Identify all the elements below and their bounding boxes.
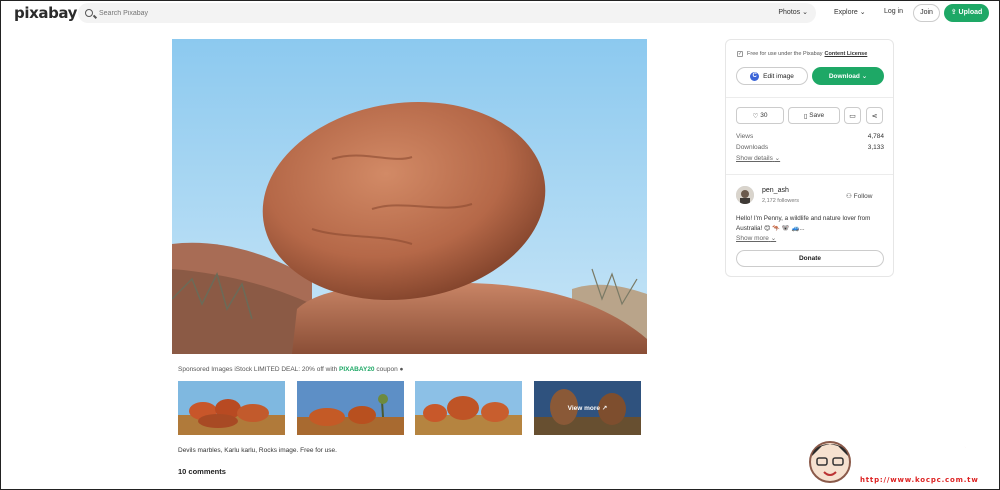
chevron-down-icon: ⌄	[861, 73, 868, 80]
edit-image-button[interactable]: C Edit image	[736, 67, 808, 85]
avatar[interactable]	[736, 186, 754, 204]
explore-menu[interactable]: Explore ⌄	[834, 8, 866, 16]
follower-count: 2,172 followers	[762, 198, 799, 204]
username[interactable]: pen_ash	[762, 187, 789, 194]
watermark-url: http://www.kocpc.com.tw	[860, 476, 979, 484]
chevron-down-icon: ⌄	[774, 155, 781, 162]
license-row: ✓ Free for use under the Pixabay Content…	[737, 51, 868, 57]
sponsored-thumbnails: View more ↗	[178, 381, 641, 435]
sponsored-thumbnail[interactable]	[178, 381, 285, 435]
rocks-thumbnail-image	[297, 381, 404, 435]
rocks-thumbnail-image	[178, 381, 285, 435]
upload-icon: ⇪	[950, 9, 957, 16]
chevron-down-icon: ⌄	[859, 9, 866, 16]
heart-icon: ♡	[752, 112, 759, 120]
sponsored-banner[interactable]: Sponsored Images iStock LIMITED DEAL: 20…	[178, 366, 403, 373]
save-button[interactable]: ▯ Save	[788, 107, 840, 124]
content-license-link[interactable]: Content License	[825, 51, 868, 57]
divider	[726, 174, 893, 175]
comment-button[interactable]: ▭	[844, 107, 861, 124]
rocks-thumbnail-image	[415, 381, 522, 435]
comments-heading: 10 comments	[178, 467, 226, 476]
external-link-icon: ↗	[601, 405, 608, 412]
login-link[interactable]: Log in	[884, 8, 903, 15]
devils-marbles-image	[172, 39, 647, 354]
user-bio: Hello! I'm Penny, a wildlife and nature …	[736, 215, 871, 232]
sponsored-thumbnail-view-more[interactable]: View more ↗	[534, 381, 641, 435]
downloads-stat: Downloads 3,133	[736, 144, 884, 151]
follow-button[interactable]: ⚇ Follow	[846, 192, 872, 200]
download-button[interactable]: Download ⌄	[812, 67, 884, 85]
sponsored-thumbnail[interactable]	[415, 381, 522, 435]
share-button[interactable]: ⋖	[866, 107, 883, 124]
search-input[interactable]	[99, 9, 699, 17]
view-more-label: View more	[567, 405, 601, 412]
upload-button[interactable]: ⇪ Upload	[944, 4, 989, 22]
bookmark-icon: ▯	[803, 112, 808, 120]
search-icon	[85, 9, 93, 17]
chevron-down-icon: ⌄	[770, 235, 777, 242]
mascot-icon	[809, 441, 851, 483]
coupon-code: PIXABAY20	[339, 366, 375, 373]
sponsored-thumbnail[interactable]	[297, 381, 404, 435]
share-icon: ⋖	[871, 112, 878, 120]
chevron-down-icon: ⌄	[802, 9, 808, 16]
show-more-link[interactable]: Show more ⌄	[736, 234, 776, 242]
search-scope-select[interactable]: Photos ⌄	[778, 8, 808, 16]
user-plus-icon: ⚇	[846, 193, 852, 200]
image-tags: Devils marbles, Karlu karlu, Rocks image…	[178, 447, 337, 454]
join-button[interactable]: Join	[913, 4, 940, 22]
canva-icon: C	[750, 71, 760, 81]
comment-icon: ▭	[849, 112, 856, 120]
user-avatar-image	[736, 186, 754, 204]
divider	[726, 97, 893, 98]
pixabay-logo[interactable]: pixabay	[14, 4, 77, 22]
image-info-panel: ✓ Free for use under the Pixabay Content…	[725, 39, 894, 277]
watermark-title: 電腦王阿達	[856, 441, 986, 470]
info-icon: ●	[399, 366, 404, 373]
site-watermark: 電腦王阿達 http://www.kocpc.com.tw	[800, 432, 1000, 490]
show-details-link[interactable]: Show details ⌄	[736, 154, 780, 162]
main-photo[interactable]	[172, 39, 647, 354]
like-button[interactable]: ♡ 30	[736, 107, 784, 124]
search-bar[interactable]: Photos ⌄	[78, 3, 816, 23]
donate-button[interactable]: Donate	[736, 250, 884, 267]
top-bar: pixabay Photos ⌄ Explore ⌄ Log in Join ⇪…	[0, 0, 1000, 26]
check-icon: ✓	[737, 51, 743, 57]
views-stat: Views 4,784	[736, 133, 884, 140]
